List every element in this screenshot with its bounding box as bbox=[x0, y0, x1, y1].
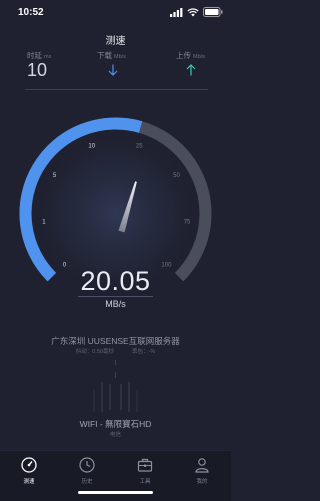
speed-unit: MB/s bbox=[105, 299, 126, 309]
tab-tools[interactable]: 工具 bbox=[116, 457, 174, 485]
upload-arrow-icon bbox=[186, 64, 196, 76]
wifi-network-name: WIFI - 無限寶石HD bbox=[79, 419, 152, 429]
tab-speedtest[interactable]: 测速 bbox=[0, 457, 58, 485]
jitter-label: 抖动：0.50毫秒 bbox=[75, 349, 114, 355]
gauge-tick-label: 50 bbox=[173, 173, 180, 179]
clock-icon bbox=[79, 457, 95, 473]
upload-label: 上传 bbox=[176, 51, 191, 60]
wifi-icon bbox=[187, 7, 199, 16]
download-arrow-icon bbox=[108, 64, 118, 76]
gauge-tick-label: 10 bbox=[88, 144, 95, 150]
network-bars-graphic bbox=[93, 360, 138, 412]
user-icon bbox=[195, 458, 209, 473]
tab-tools-label: 工具 bbox=[139, 479, 151, 485]
speed-divider bbox=[78, 296, 153, 297]
tab-history[interactable]: 历史 bbox=[58, 457, 116, 485]
tab-history-label: 历史 bbox=[81, 479, 93, 485]
gauge-tick-label: 25 bbox=[136, 144, 143, 150]
download-unit: Mb/s bbox=[114, 54, 126, 60]
loss-label: 丢包：-% bbox=[131, 349, 156, 355]
signal-icon bbox=[170, 7, 183, 17]
upload-label-group: 上传 Mb/s bbox=[176, 50, 205, 61]
tab-profile-label: 我的 bbox=[196, 479, 208, 485]
ping-label: 时延 bbox=[27, 51, 42, 60]
server-stats: 抖动：0.50毫秒 丢包：-% bbox=[0, 347, 231, 355]
metrics-divider bbox=[25, 89, 208, 90]
status-bar: 10:52 bbox=[0, 0, 231, 26]
network-operator: 电信 bbox=[109, 432, 121, 438]
home-indicator bbox=[78, 491, 153, 494]
tab-profile[interactable]: 我的 bbox=[173, 457, 231, 485]
tab-speedtest-label: 测速 bbox=[23, 479, 35, 485]
download-label-group: 下载 Mb/s bbox=[97, 50, 126, 61]
status-icons bbox=[170, 7, 223, 17]
status-time: 10:52 bbox=[18, 7, 44, 18]
ping-value: 10 bbox=[27, 60, 48, 80]
upload-unit: Mb/s bbox=[193, 54, 205, 60]
gauge-tick-label: 75 bbox=[184, 220, 191, 226]
battery-icon bbox=[203, 7, 223, 17]
server-name: 广东深圳 UUSENSE互联网服务器 bbox=[51, 336, 180, 346]
speedometer-icon bbox=[21, 457, 37, 473]
download-label: 下载 bbox=[97, 51, 112, 60]
toolbox-icon bbox=[137, 458, 153, 472]
page-title: 测速 bbox=[105, 36, 126, 47]
speed-value: 20.05 bbox=[80, 266, 151, 296]
